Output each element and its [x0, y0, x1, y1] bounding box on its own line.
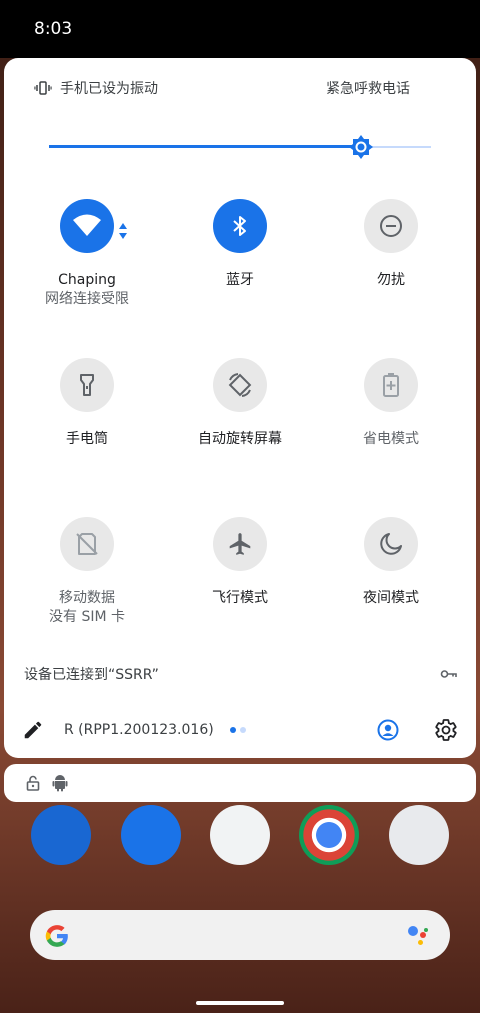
notification-strip[interactable] — [4, 764, 476, 802]
flashlight-icon — [80, 374, 94, 396]
bluetooth-icon — [233, 216, 246, 236]
page-indicator — [230, 727, 246, 733]
mobile-data-off-icon — [76, 533, 98, 555]
status-time: 8:03 — [34, 19, 73, 39]
do-not-disturb-icon — [380, 215, 402, 237]
night-mode-icon — [380, 533, 402, 555]
airplane-icon — [229, 533, 251, 555]
status-bar: 8:03 — [0, 0, 480, 58]
wifi-activity-icon — [119, 223, 127, 239]
tile-do-not-disturb[interactable]: 勿扰 — [316, 199, 466, 290]
tile-wifi[interactable]: Chaping 网络连接受限 — [12, 199, 162, 309]
tile-label: 手电筒 — [66, 431, 108, 447]
bluetooth-tile-button[interactable] — [213, 199, 267, 253]
emergency-call-button[interactable]: 紧急呼救电话 — [326, 78, 410, 98]
ringer-status-text: 手机已设为振动 — [60, 81, 158, 97]
tile-battery-saver[interactable]: 省电模式 — [316, 358, 466, 449]
messages-icon[interactable] — [121, 805, 181, 865]
tile-sublabel: 网络连接受限 — [45, 291, 129, 307]
tile-flashlight[interactable]: 手电筒 — [12, 358, 162, 449]
phone-icon[interactable] — [31, 805, 91, 865]
auto-rotate-icon — [228, 373, 252, 397]
play-store-icon[interactable] — [210, 805, 270, 865]
google-g-icon — [45, 925, 68, 947]
tile-label: 自动旋转屏幕 — [198, 431, 282, 447]
ringer-status[interactable]: 手机已设为振动 — [34, 78, 158, 98]
tile-label: 移动数据 — [59, 590, 115, 606]
tile-night-mode[interactable]: 夜间模式 — [316, 517, 466, 608]
camera-icon[interactable] — [389, 805, 449, 865]
edit-pencil-icon[interactable] — [22, 719, 44, 741]
quick-settings-footer: R (RPP1.200123.016) — [4, 710, 476, 750]
tile-auto-rotate[interactable]: 自动旋转屏幕 — [165, 358, 315, 449]
page-dot-active — [230, 727, 236, 733]
tile-airplane[interactable]: 飞行模式 — [165, 517, 315, 608]
auto-rotate-tile-button[interactable] — [213, 358, 267, 412]
gesture-nav-handle[interactable] — [196, 1001, 284, 1005]
tile-sublabel: 没有 SIM 卡 — [49, 609, 125, 625]
page-dot — [240, 727, 246, 733]
settings-gear-icon[interactable] — [434, 718, 458, 742]
brightness-thumb-icon[interactable] — [348, 134, 374, 160]
vpn-status-text: 设备已连接到“SSRR” — [24, 667, 159, 683]
wifi-tile-button[interactable] — [60, 199, 114, 253]
chrome-icon[interactable] — [299, 805, 359, 865]
wifi-icon — [73, 214, 101, 236]
assistant-mic-icon[interactable] — [408, 924, 430, 946]
tile-label: 夜间模式 — [363, 590, 419, 606]
vibrate-icon — [34, 81, 52, 95]
lock-open-icon — [26, 775, 40, 791]
dnd-tile-button[interactable] — [364, 199, 418, 253]
tile-label: 勿扰 — [377, 272, 405, 288]
mobile-data-tile-button[interactable] — [60, 517, 114, 571]
android-icon — [52, 775, 68, 792]
night-mode-tile-button[interactable] — [364, 517, 418, 571]
tile-label: 省电模式 — [363, 431, 419, 447]
brightness-slider[interactable] — [49, 134, 431, 160]
battery-saver-tile-button[interactable] — [364, 358, 418, 412]
quick-settings-panel: 手机已设为振动 紧急呼救电话 Chaping 网络连接受限 蓝牙 勿扰 手电筒 … — [4, 58, 476, 758]
tile-bluetooth[interactable]: 蓝牙 — [165, 199, 315, 290]
app-dock — [0, 800, 480, 870]
airplane-tile-button[interactable] — [213, 517, 267, 571]
build-number[interactable]: R (RPP1.200123.016) — [64, 722, 214, 738]
tile-mobile-data[interactable]: 移动数据 没有 SIM 卡 — [12, 517, 162, 627]
google-search-bar[interactable] — [30, 910, 450, 960]
vpn-status-row[interactable]: 设备已连接到“SSRR” — [24, 664, 457, 684]
tile-label: Chaping — [58, 272, 116, 288]
battery-saver-icon — [383, 373, 399, 397]
tile-label: 飞行模式 — [212, 590, 268, 606]
vpn-key-icon — [440, 670, 457, 678]
user-account-icon[interactable] — [376, 718, 400, 742]
flashlight-tile-button[interactable] — [60, 358, 114, 412]
brightness-track-fill — [49, 145, 361, 148]
tile-label: 蓝牙 — [226, 272, 254, 288]
